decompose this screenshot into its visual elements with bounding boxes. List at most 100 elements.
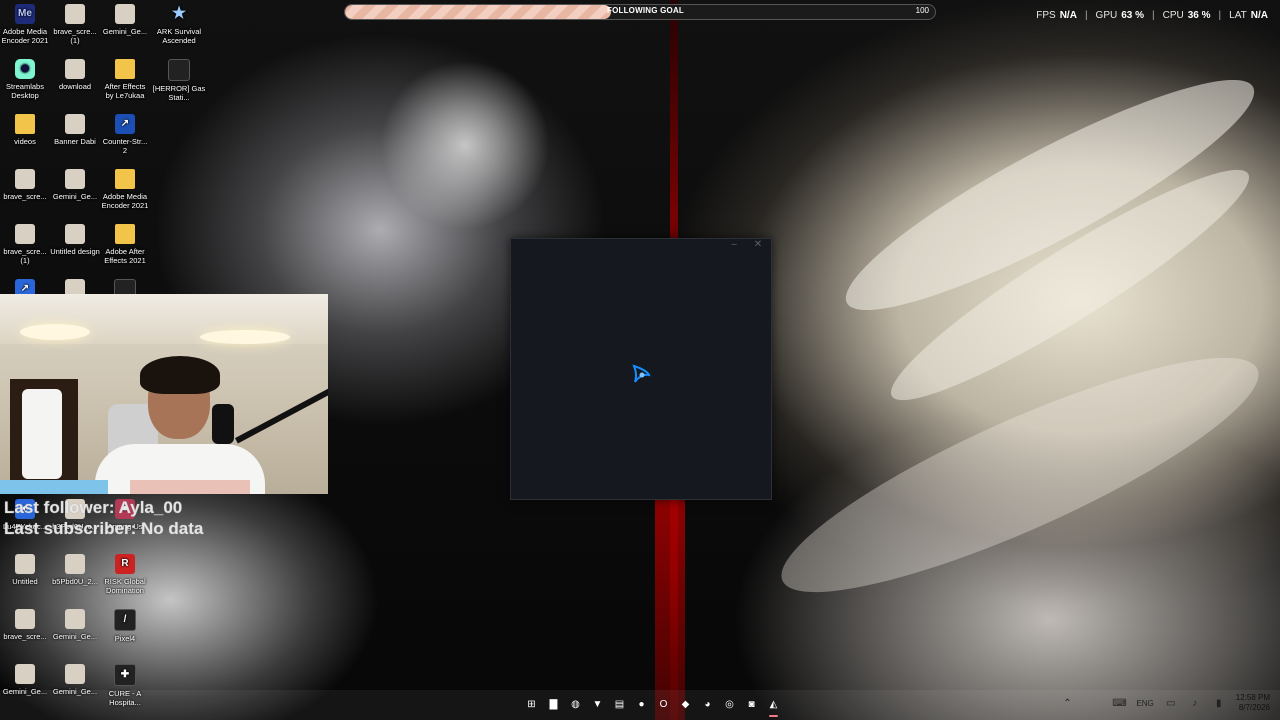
desktop-icon-label: download [58, 82, 92, 91]
webcam-ceiling-light [200, 330, 290, 344]
desktop-icon[interactable]: After Effects by Le7ukaa [100, 59, 150, 101]
notepad-icon[interactable]: ▤ [610, 695, 629, 714]
desktop-icon[interactable]: Gemini_Ge... [50, 169, 100, 201]
discord-icon[interactable]: ◕ [698, 695, 717, 714]
desktop-icon-label: Adobe After Effects 2021 [104, 247, 146, 266]
desktop-icon[interactable]: ↗ Counter-Str... 2 [100, 114, 150, 156]
gpu-label: GPU [1095, 10, 1118, 21]
system-tray: ⌃ ⌨ ENG ▭ ♪ ▮ 12:58 PM 8/7/2026 [1060, 693, 1270, 713]
network-icon[interactable]: ▭ [1164, 696, 1178, 710]
desktop-icon[interactable]: Untitled [0, 554, 50, 586]
webcam-overlay [0, 294, 328, 494]
keyboard-icon[interactable]: ⌨ [1112, 696, 1126, 710]
desktop-icon-label: b5Pbd0U_2... [52, 577, 98, 586]
wallpaper-red-stripe-lower [655, 500, 685, 720]
folder-icon [15, 114, 35, 134]
desktop-icon-label: Adobe Media Encoder 2021 [1, 27, 49, 46]
desktop-icon-label: Streamlabs Desktop [6, 82, 44, 101]
desktop-icon[interactable]: ◉ Streamlabs Desktop [0, 59, 50, 101]
language-indicator[interactable]: ENG [1136, 699, 1153, 708]
copilot-icon[interactable]: ◍ [566, 695, 585, 714]
app-icon[interactable]: ◆ [676, 695, 695, 714]
image-file-icon [115, 4, 135, 24]
image-file-icon [65, 224, 85, 244]
desktop-icon-label: Gemini_Ge... [52, 192, 98, 201]
cpu-value: 36 % [1187, 10, 1211, 21]
battery-icon[interactable]: ▮ [1212, 696, 1226, 710]
desktop-icon[interactable]: R RISK Global Domination [100, 554, 150, 596]
volume-icon[interactable]: ♪ [1188, 696, 1202, 710]
taskbar-apps: ⊞ ▇ ◍ ▼ ▤ ● O ◆ ◕ ◎ ◙ ◭ [522, 695, 783, 717]
folder-icon [115, 59, 135, 79]
desktop-icon[interactable]: brave_scre... [0, 169, 50, 201]
desktop-icon[interactable]: brave_scre... (1) [50, 4, 100, 46]
adobe-media-encoder-icon: Me [15, 4, 35, 24]
desktop-icon[interactable]: / Pixel4 [100, 609, 150, 643]
desktop-icon-label: videos [14, 137, 36, 146]
brave-browser-icon[interactable]: ▼ [588, 695, 607, 714]
image-file-icon [15, 224, 35, 244]
fps-label: FPS [1036, 10, 1056, 21]
desktop-icon[interactable]: brave_scre... (1) [0, 224, 50, 266]
close-button[interactable]: ✕ [751, 239, 765, 253]
desktop-icon[interactable]: brave_scre... [0, 609, 50, 641]
desktop-icon-label: Gemini_Ge... [52, 632, 98, 641]
image-file-icon [65, 114, 85, 134]
desktop-icon-label: Counter-Str... 2 [102, 137, 148, 156]
desktop-icon-label: Untitled design [50, 247, 100, 256]
spotify-icon[interactable]: ● [632, 695, 651, 714]
desktop-icon-label: [HERROR] Gas Stati... [152, 84, 206, 103]
battle-net-logo-icon [632, 364, 651, 383]
webcam-person-hair [140, 356, 220, 394]
loader-titlebar[interactable]: – ✕ [511, 239, 771, 253]
desktop-icon-label: Pixel4 [114, 634, 136, 643]
image-file-icon [15, 169, 35, 189]
desktop-icon[interactable]: Untitled design [50, 224, 100, 256]
streamlabs-icon[interactable]: ◙ [742, 695, 761, 714]
desktop-icon[interactable]: Gemini_Ge... [100, 4, 150, 36]
desktop-icon[interactable]: b5Pbd0U_2... [50, 554, 100, 586]
game-icon: ✚ [114, 664, 136, 686]
last-follower-text: Last follower: Ayla_00 [4, 498, 183, 517]
last-subscriber-text: Last subscriber: No data [4, 519, 204, 538]
desktop-icon[interactable]: [HERROR] Gas Stati... [152, 59, 206, 103]
desktop-icon-label: Untitled [12, 577, 38, 586]
obs-icon[interactable]: ◎ [720, 695, 739, 714]
lat-label: LAT [1229, 10, 1247, 21]
desktop-icon[interactable]: Adobe After Effects 2021 [100, 224, 150, 266]
taskbar: ⊞ ▇ ◍ ▼ ▤ ● O ◆ ◕ ◎ ◙ ◭ ⌃ ⌨ ENG ▭ ♪ ▮ 12:58 PM 8/7/… [0, 690, 1280, 720]
game-icon: / [114, 609, 136, 631]
desktop-icon[interactable]: ★ ARK Survival Ascended [152, 4, 206, 46]
folder-icon [115, 224, 135, 244]
counter-strike-icon: ↗ [115, 114, 135, 134]
desktop-icon-label: brave_scre... (1) [3, 247, 47, 266]
following-goal-target: 100 [915, 6, 929, 15]
webcam-blue-block [0, 480, 108, 494]
following-goal-label: FOLLOWING GOAL [607, 6, 685, 15]
minimize-button[interactable]: – [727, 239, 741, 253]
chevron-up-icon[interactable]: ⌃ [1060, 696, 1074, 710]
image-file-icon [65, 609, 85, 629]
lat-value: N/A [1250, 10, 1268, 21]
desktop-icon[interactable]: Banner Dabi [50, 114, 100, 146]
game-icon [168, 59, 190, 81]
desktop-icon[interactable]: download [50, 59, 100, 91]
desktop-icon[interactable]: Adobe Media Encoder 2021 [100, 169, 150, 211]
webcam-ceiling-light [20, 324, 90, 340]
ark-game-icon: ★ [171, 5, 187, 22]
following-goal-progress [345, 5, 611, 19]
cpu-label: CPU [1162, 10, 1184, 21]
desktop-icon-label: Banner Dabi [54, 137, 96, 146]
launcher-loading-window[interactable]: – ✕ [510, 238, 772, 500]
outlook-icon[interactable]: O [654, 695, 673, 714]
battle-net-icon[interactable]: ◭ [764, 695, 783, 717]
desktop-icon-label: After Effects by Le7ukaa [104, 82, 146, 101]
file-explorer-icon[interactable]: ▇ [544, 695, 563, 714]
clock[interactable]: 12:58 PM 8/7/2026 [1236, 693, 1270, 713]
desktop-icon[interactable]: Gemini_Ge... [50, 609, 100, 641]
windows-start-icon[interactable]: ⊞ [522, 695, 541, 714]
desktop-icon-label: ARK Survival Ascended [156, 27, 202, 46]
desktop-icon[interactable]: Me Adobe Media Encoder 2021 [0, 4, 50, 46]
stats-separator: | [1218, 10, 1222, 21]
desktop-icon[interactable]: videos [0, 114, 50, 146]
